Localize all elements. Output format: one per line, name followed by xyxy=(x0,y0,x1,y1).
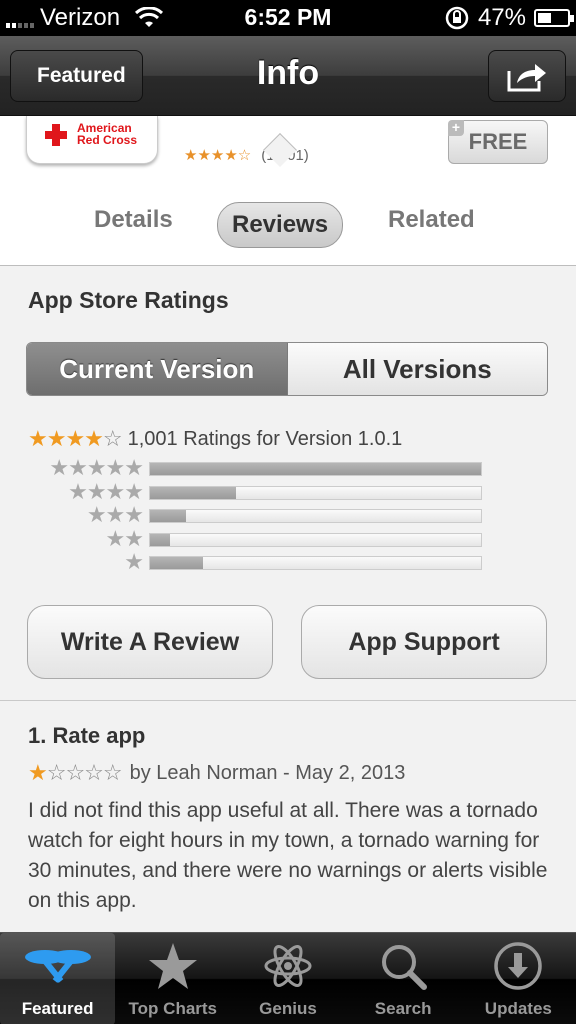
histogram-bar-fill xyxy=(150,463,481,475)
summary-stars: ★★★★☆ xyxy=(28,426,123,452)
histogram-bar xyxy=(149,509,482,523)
histogram-bar xyxy=(149,462,482,476)
section-divider xyxy=(0,700,576,701)
app-rating-stars: ★★★★☆ xyxy=(184,147,252,164)
red-cross-logo-icon xyxy=(45,124,67,146)
tab-reviews[interactable]: Reviews xyxy=(217,202,344,248)
segment-tabs: Details Reviews Related xyxy=(0,202,576,248)
app-header: American Red Cross ★★★★☆ (1,001) + FREE … xyxy=(0,116,576,266)
tabbar-label-featured: Featured xyxy=(21,999,94,1018)
ratings-section-title: App Store Ratings xyxy=(28,287,229,313)
histogram-stars: ★★★★ xyxy=(68,478,144,504)
tabbar-item-updates[interactable]: Updates xyxy=(461,933,576,1024)
segment-current-version[interactable]: Current Version xyxy=(27,343,288,395)
plus-icon: + xyxy=(448,120,464,136)
histogram-bar-fill xyxy=(150,557,203,569)
app-icon-text: American Red Cross xyxy=(77,122,137,146)
review-stars: ★☆☆☆☆ xyxy=(28,760,123,786)
summary-text: 1,001 Ratings for Version 1.0.1 xyxy=(127,427,403,450)
histogram-stars: ★ xyxy=(124,549,144,574)
tabbar-label-top-charts: Top Charts xyxy=(128,999,218,1018)
histogram-row: ★★★★ xyxy=(28,478,488,504)
tabbar-item-featured[interactable]: Featured xyxy=(0,933,116,1024)
review-byline: by Leah Norman - May 2, 2013 xyxy=(129,761,406,784)
tabbar-label-updates: Updates xyxy=(484,999,552,1018)
review-stars-empty: ☆☆☆☆ xyxy=(46,760,123,785)
app-icon-text-line2: Red Cross xyxy=(77,133,138,147)
histogram-stars: ★★ xyxy=(105,525,144,551)
share-button[interactable] xyxy=(488,50,566,102)
battery-percent: 47% xyxy=(477,4,526,31)
download-icon xyxy=(494,942,543,990)
histogram-bar-fill xyxy=(150,486,237,499)
rotation-lock-icon xyxy=(445,6,469,30)
write-review-button[interactable]: Write A Review xyxy=(27,605,273,679)
tab-related[interactable]: Related xyxy=(388,206,475,234)
app-support-button[interactable]: App Support xyxy=(301,605,547,679)
segment-all-versions[interactable]: All Versions xyxy=(287,343,547,395)
histogram-stars: ★★★★★ xyxy=(49,455,144,480)
tabbar-item-genius[interactable]: Genius xyxy=(230,933,345,1024)
histogram-bar xyxy=(149,556,482,570)
tabbar-item-search[interactable]: Search xyxy=(346,933,461,1024)
tab-bar: Featured Top Charts Genius Search Update… xyxy=(0,932,576,1024)
histogram-bar xyxy=(149,485,482,500)
price-label: FREE xyxy=(468,129,528,154)
histogram-stars: ★★★ xyxy=(86,502,144,527)
atom-icon xyxy=(264,945,312,987)
summary-stars-empty: ☆ xyxy=(102,426,123,451)
tabbar-label-genius: Genius xyxy=(259,999,317,1018)
histogram-bar-fill xyxy=(150,533,170,546)
summary-stars-filled: ★★★★ xyxy=(28,426,104,451)
review-body: I did not find this app useful at all. T… xyxy=(28,799,548,912)
histogram-bar xyxy=(149,532,482,547)
app-icon[interactable]: American Red Cross xyxy=(26,116,158,164)
battery-icon xyxy=(534,9,574,27)
histogram-row: ★★ xyxy=(28,525,488,551)
status-bar: Verizon 6:52 PM 47% xyxy=(0,0,576,36)
histogram-row: ★ xyxy=(28,549,488,574)
histogram-bar-fill xyxy=(150,510,187,522)
histogram-row: ★★★ xyxy=(28,502,488,527)
featured-icon xyxy=(24,950,91,983)
navigation-bar: Featured Info xyxy=(0,36,576,116)
search-icon xyxy=(382,945,428,990)
ratings-summary: ★★★★☆ 1,001 Ratings for Version 1.0.1 xyxy=(28,426,402,452)
histogram-row: ★★★★★ xyxy=(28,455,488,480)
tabbar-item-top-charts[interactable]: Top Charts xyxy=(115,933,230,1024)
review-title: 1. Rate app xyxy=(28,723,146,748)
status-right: 47% xyxy=(444,4,574,32)
review-meta: ★☆☆☆☆ by Leah Norman - May 2, 2013 xyxy=(28,760,405,786)
tabbar-label-search: Search xyxy=(374,999,432,1018)
price-button[interactable]: + FREE xyxy=(448,120,548,164)
star-icon xyxy=(148,943,197,989)
review-stars-filled: ★ xyxy=(28,760,48,785)
share-icon xyxy=(507,64,546,92)
version-segmented-control: Current Version All Versions xyxy=(26,342,548,396)
tab-details[interactable]: Details xyxy=(94,206,173,234)
